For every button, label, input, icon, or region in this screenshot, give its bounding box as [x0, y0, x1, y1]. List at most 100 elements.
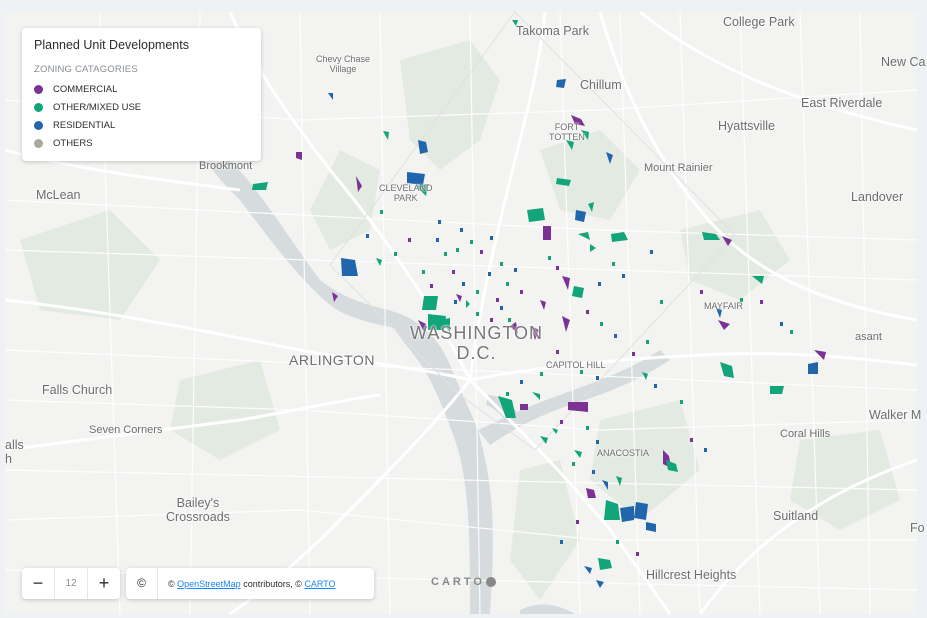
pud-parcel[interactable] [680, 400, 683, 404]
pud-parcel[interactable] [590, 244, 596, 252]
pud-parcel[interactable] [552, 428, 558, 434]
pud-parcel[interactable] [422, 296, 438, 310]
pud-parcel[interactable] [490, 318, 493, 322]
pud-parcel[interactable] [634, 502, 648, 520]
pud-parcel[interactable] [556, 266, 559, 270]
pud-parcel[interactable] [376, 258, 382, 266]
pud-parcel[interactable] [572, 462, 575, 466]
pud-parcel[interactable] [456, 248, 459, 252]
pud-parcel[interactable] [702, 232, 720, 240]
pud-parcel[interactable] [592, 470, 595, 474]
pud-parcel[interactable] [560, 540, 563, 544]
pud-parcel[interactable] [574, 450, 582, 458]
pud-parcel[interactable] [514, 268, 517, 272]
pud-parcel[interactable] [568, 402, 588, 412]
pud-parcel[interactable] [604, 500, 620, 520]
pud-parcel[interactable] [520, 290, 523, 294]
pud-parcel[interactable] [632, 352, 635, 356]
pud-parcel[interactable] [586, 488, 596, 498]
pud-parcel[interactable] [575, 210, 586, 222]
pud-parcel[interactable] [454, 300, 457, 304]
pud-parcel[interactable] [462, 282, 465, 286]
pud-parcel[interactable] [383, 131, 389, 140]
pud-parcel[interactable] [540, 300, 546, 310]
pud-parcel[interactable] [332, 292, 338, 302]
pud-parcel[interactable] [527, 208, 545, 222]
pud-parcel[interactable] [620, 506, 634, 522]
pud-parcel[interactable] [642, 372, 648, 380]
pud-parcel[interactable] [496, 298, 499, 302]
pud-parcel[interactable] [296, 152, 302, 160]
pud-parcel[interactable] [480, 250, 483, 254]
pud-parcel[interactable] [500, 306, 503, 310]
pud-parcel[interactable] [476, 312, 479, 316]
pud-parcel[interactable] [356, 176, 362, 192]
pud-parcel[interactable] [650, 250, 653, 254]
pud-parcel[interactable] [614, 334, 617, 338]
pud-parcel[interactable] [580, 370, 583, 374]
pud-parcel[interactable] [520, 380, 523, 384]
pud-parcel[interactable] [700, 290, 703, 294]
pud-parcel[interactable] [596, 580, 604, 588]
pud-parcel[interactable] [460, 228, 463, 232]
pud-parcel[interactable] [422, 270, 425, 274]
pud-parcel[interactable] [760, 300, 763, 304]
pud-parcel[interactable] [394, 252, 397, 256]
zoom-in-button[interactable]: + [88, 568, 120, 599]
pud-parcel[interactable] [586, 310, 589, 314]
pud-parcel[interactable] [562, 316, 570, 332]
pud-parcel[interactable] [611, 232, 628, 242]
pud-parcel[interactable] [543, 226, 551, 240]
pud-parcel[interactable] [770, 386, 784, 394]
pud-parcel[interactable] [722, 236, 732, 246]
pud-parcel[interactable] [666, 460, 678, 472]
pud-parcel[interactable] [438, 220, 441, 224]
pud-parcel[interactable] [562, 276, 570, 290]
pud-parcel[interactable] [556, 350, 559, 354]
pud-parcel[interactable] [720, 362, 734, 378]
pud-parcel[interactable] [572, 286, 584, 298]
pud-parcel[interactable] [602, 480, 608, 490]
pud-parcel[interactable] [752, 276, 764, 284]
pud-parcel[interactable] [578, 232, 590, 240]
pud-parcel[interactable] [556, 178, 571, 186]
pud-parcel[interactable] [520, 404, 528, 410]
pud-parcel[interactable] [616, 476, 622, 486]
pud-parcel[interactable] [506, 392, 509, 396]
attribution-toggle-button[interactable]: © [126, 568, 158, 599]
pud-parcel[interactable] [600, 322, 603, 326]
pud-parcel[interactable] [690, 438, 693, 442]
pud-parcel[interactable] [808, 362, 818, 374]
pud-parcel[interactable] [780, 322, 783, 326]
pud-parcel[interactable] [548, 256, 551, 260]
pud-parcel[interactable] [636, 552, 639, 556]
pud-parcel[interactable] [366, 234, 369, 238]
pud-parcel[interactable] [252, 182, 268, 190]
pud-parcel[interactable] [556, 79, 566, 88]
pud-parcel[interactable] [452, 270, 455, 274]
pud-parcel[interactable] [328, 93, 333, 100]
pud-parcel[interactable] [430, 284, 433, 288]
pud-parcel[interactable] [584, 566, 592, 574]
pud-parcel[interactable] [588, 202, 594, 212]
pud-parcel[interactable] [341, 258, 358, 276]
pud-parcel[interactable] [576, 520, 579, 524]
pud-parcel[interactable] [444, 252, 447, 256]
pud-parcel[interactable] [654, 384, 657, 388]
pud-parcel[interactable] [622, 274, 625, 278]
pud-parcel[interactable] [596, 440, 599, 444]
pud-parcel[interactable] [532, 392, 540, 400]
pud-parcel[interactable] [616, 540, 619, 544]
pud-parcel[interactable] [598, 282, 601, 286]
pud-parcel[interactable] [380, 210, 383, 214]
pud-parcel[interactable] [660, 300, 663, 304]
carto-link[interactable]: CARTO [304, 579, 335, 589]
pud-parcel[interactable] [814, 350, 826, 360]
pud-parcel[interactable] [506, 282, 509, 286]
pud-parcel[interactable] [718, 320, 730, 330]
pud-parcel[interactable] [470, 240, 473, 244]
osm-link[interactable]: OpenStreetMap [177, 579, 241, 589]
pud-parcel[interactable] [646, 522, 656, 532]
pud-parcel[interactable] [466, 300, 470, 308]
pud-parcel[interactable] [408, 238, 411, 242]
